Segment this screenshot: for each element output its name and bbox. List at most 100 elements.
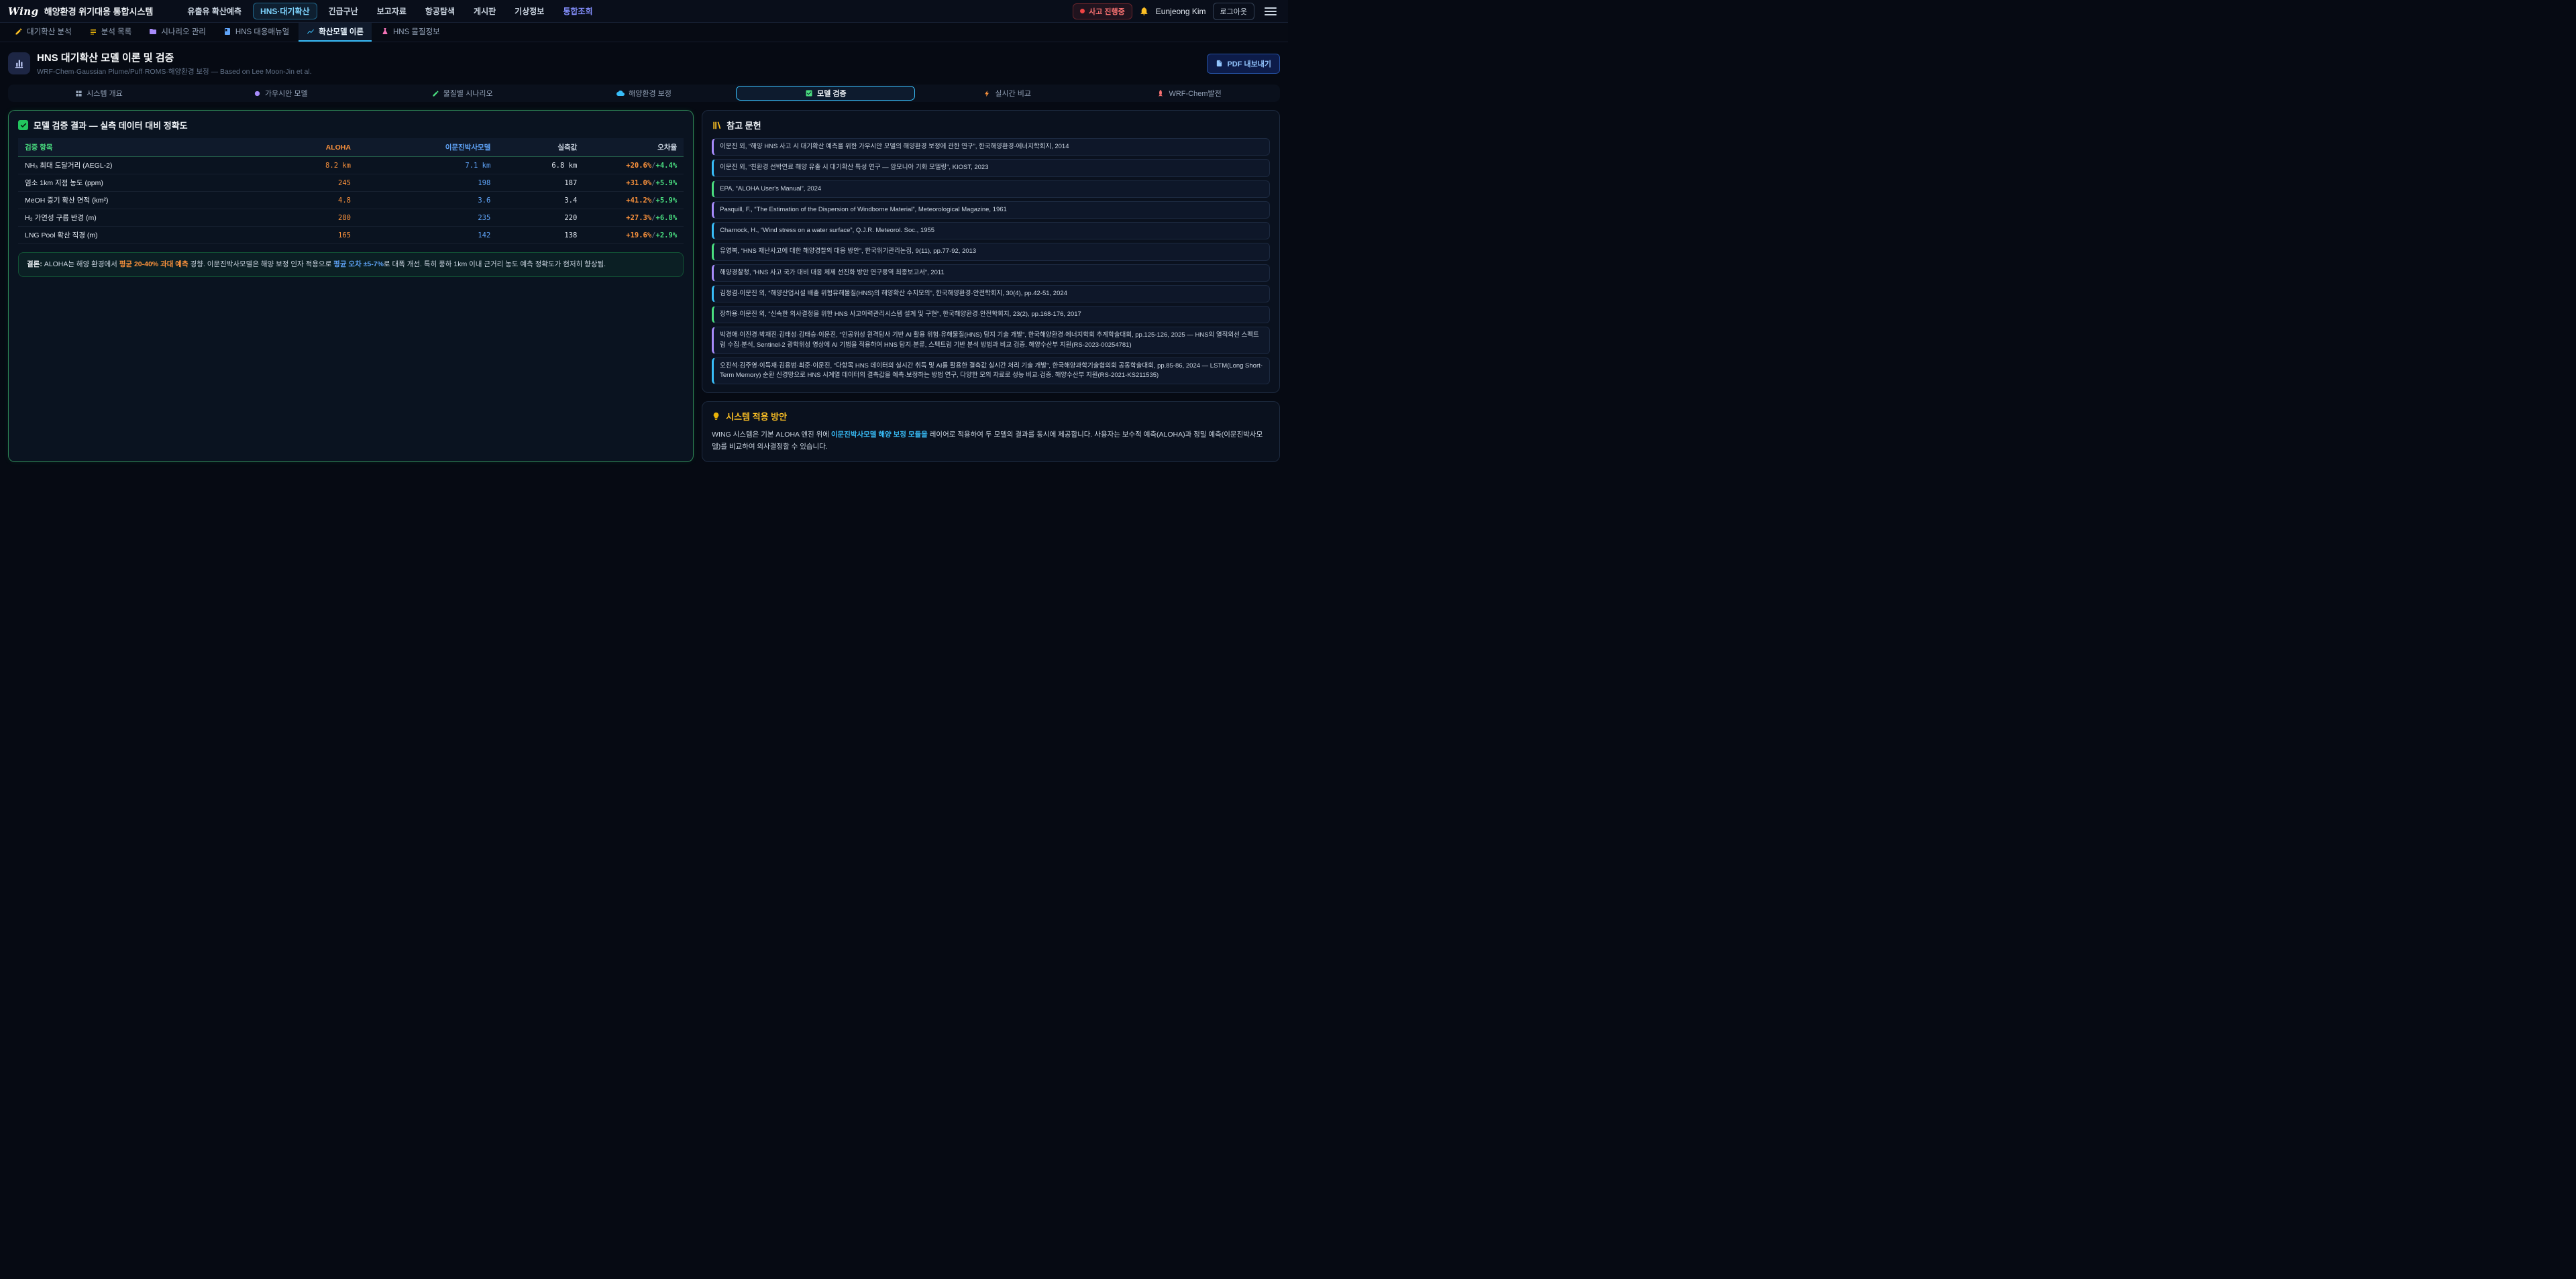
reference-item[interactable]: 유영복, “HNS 재난사고에 대한 해양경찰의 대응 방안”, 한국위기관리논…	[712, 243, 1270, 260]
nav-item-emergency-rescue[interactable]: 긴급구난	[321, 3, 366, 19]
validation-table: 검증 항목 ALOHA 이문진박사모델 실측값 오차율 NH₃ 최대 도달거리 …	[18, 138, 684, 244]
subtab-hns-substance-info[interactable]: HNS 물질정보	[373, 23, 448, 42]
tab-gaussian-model[interactable]: 가우시안 모델	[191, 86, 370, 101]
subtab-diffusion-model-theory[interactable]: 확산모델 이론	[299, 23, 372, 42]
tab-wrf-chem-evolution[interactable]: WRF-Chem발전	[1099, 86, 1279, 101]
nav-item-integrated-search[interactable]: 통합조회	[555, 3, 600, 19]
brand[interactable]: Wing 해양환경 위기대응 통합시스템	[8, 5, 153, 17]
system-application-panel: 시스템 적용 방안 WING 시스템은 기본 ALOHA 엔진 위에 이문진박사…	[702, 401, 1280, 462]
lightning-icon	[983, 90, 991, 97]
conclusion-highlight-overprediction: 평균 20-40% 과대 예측	[119, 260, 189, 268]
table-row: NH₃ 최대 도달거리 (AEGL-2) 8.2 km 7.1 km 6.8 k…	[18, 157, 684, 174]
reference-item[interactable]: Charnock, H., “Wind stress on a water su…	[712, 222, 1270, 239]
nav-item-reports[interactable]: 보고자료	[370, 3, 414, 19]
table-row: H₂ 가연성 구름 반경 (m) 280 235 220 +27.3%/+6.8…	[18, 209, 684, 227]
incident-status-badge[interactable]: 사고 진행중	[1073, 3, 1132, 19]
subtab-label: HNS 물질정보	[393, 26, 440, 37]
reference-item[interactable]: EPA, “ALOHA User's Manual”, 2024	[712, 180, 1270, 198]
top-bar: Wing 해양환경 위기대응 통합시스템 유출유 확산예측 HNS·대기확산 긴…	[0, 0, 1288, 23]
pencil-icon	[15, 27, 23, 36]
cell-item: NH₃ 최대 도달거리 (AEGL-2)	[18, 157, 264, 174]
right-column: 참고 문헌 이문진 외, “해양 HNS 사고 시 대기확산 예측을 위한 가우…	[702, 110, 1280, 462]
chart-line-icon	[307, 27, 315, 36]
logout-button[interactable]: 로그아웃	[1213, 3, 1254, 20]
subtab-scenario-management[interactable]: 시나리오 관리	[141, 23, 214, 42]
user-name: Eunjeong Kim	[1156, 7, 1206, 16]
reference-item[interactable]: 박경애·이진경·박재진·김태성·김태승·이문진, “인공위성 원격탐사 기반 A…	[712, 327, 1270, 354]
reference-item[interactable]: 김정겸·이문진 외, “해양산업시설 배출 위험유해물질(HNS)의 해양확산 …	[712, 285, 1270, 302]
reference-item[interactable]: 장하용·이문진 외, “신속한 의사결정을 위한 HNS 사고이력관리시스템 설…	[712, 306, 1270, 323]
cell-model: 3.6	[358, 192, 497, 209]
books-icon	[712, 121, 721, 130]
pdf-export-button[interactable]: PDF 내보내기	[1207, 54, 1280, 74]
lightbulb-icon	[712, 412, 720, 421]
subtab-label: 확산모델 이론	[319, 26, 364, 37]
col-header-measured: 실측값	[497, 138, 584, 157]
nav-item-oil-spill-forecast[interactable]: 유출유 확산예측	[180, 3, 249, 19]
col-header-item: 검증 항목	[18, 138, 264, 157]
table-header-row: 검증 항목 ALOHA 이문진박사모델 실측값 오차율	[18, 138, 684, 157]
tab-model-validation[interactable]: 모델 검증	[736, 86, 915, 101]
tab-label: 가우시안 모델	[265, 88, 308, 99]
list-icon	[89, 27, 97, 36]
app-title: 해양환경 위기대응 통합시스템	[44, 5, 154, 17]
cell-aloha: 8.2 km	[264, 157, 358, 174]
sub-nav: 대기확산 분석 분석 목록 시나리오 관리 HNS 대응매뉴얼 확산모델 이론 …	[0, 23, 1288, 42]
folder-icon	[149, 27, 157, 36]
cell-model: 7.1 km	[358, 157, 497, 174]
table-row: 염소 1km 지점 농도 (ppm) 245 198 187 +31.0%/+5…	[18, 174, 684, 192]
book-icon	[223, 27, 231, 36]
tab-realtime-comparison[interactable]: 실시간 비교	[918, 86, 1097, 101]
rocket-icon	[1157, 89, 1165, 97]
subtab-hns-response-manual[interactable]: HNS 대응매뉴얼	[215, 23, 297, 42]
page-subtitle: WRF-Chem·Gaussian Plume/Puff·ROMS·해양환경 보…	[37, 66, 312, 76]
check-icon	[805, 89, 813, 97]
reference-item[interactable]: 이문진 외, “해양 HNS 사고 시 대기확산 예측을 위한 가우시안 모델의…	[712, 138, 1270, 156]
cell-measured: 3.4	[497, 192, 584, 209]
validation-panel-title: 모델 검증 결과 — 실측 데이터 대비 정확도	[18, 119, 684, 131]
subtab-label: HNS 대응매뉴얼	[235, 26, 289, 37]
cell-model: 142	[358, 227, 497, 244]
references-panel: 참고 문헌 이문진 외, “해양 HNS 사고 시 대기확산 예측을 위한 가우…	[702, 110, 1280, 393]
subtab-analysis-list[interactable]: 분석 목록	[81, 23, 140, 42]
tab-system-overview[interactable]: 시스템 개요	[9, 86, 189, 101]
tab-label: 실시간 비교	[995, 88, 1031, 99]
topbar-right: 사고 진행중 Eunjeong Kim 로그아웃	[1073, 3, 1280, 20]
application-highlight-module: 이문진박사모델 해양 보정 모듈을	[831, 431, 928, 439]
reference-item[interactable]: Pasquill, F., “The Estimation of the Dis…	[712, 201, 1270, 219]
cell-measured: 220	[497, 209, 584, 227]
section-tabs: 시스템 개요 가우시안 모델 물질별 시나리오 해양환경 보정 모델 검증 실시…	[8, 85, 1280, 102]
references-title-text: 참고 문헌	[727, 119, 761, 131]
nav-item-aerial-search[interactable]: 항공탐색	[418, 3, 462, 19]
cell-aloha: 280	[264, 209, 358, 227]
subtab-atmos-analysis[interactable]: 대기확산 분석	[7, 23, 80, 42]
hamburger-menu-button[interactable]	[1261, 3, 1280, 19]
tab-marine-environment-correction[interactable]: 해양환경 보정	[555, 86, 734, 101]
cell-error: +27.3%/+6.8%	[584, 209, 684, 227]
cell-error: +19.6%/+2.9%	[584, 227, 684, 244]
tab-label: WRF-Chem발전	[1169, 88, 1221, 99]
cell-item: H₂ 가연성 구름 반경 (m)	[18, 209, 264, 227]
system-application-text: WING 시스템은 기본 ALOHA 엔진 위에 이문진박사모델 해양 보정 모…	[712, 429, 1270, 453]
flask-icon	[381, 27, 389, 36]
nav-item-board[interactable]: 게시판	[466, 3, 503, 19]
table-row: MeOH 증기 확산 면적 (km²) 4.8 3.6 3.4 +41.2%/+…	[18, 192, 684, 209]
tab-substance-scenarios[interactable]: 물질별 시나리오	[373, 86, 552, 101]
bell-icon[interactable]	[1139, 6, 1149, 16]
conclusion-highlight-error-range: 평균 오차 ±5-7%	[333, 260, 384, 268]
nav-item-weather-info[interactable]: 기상정보	[507, 3, 551, 19]
reference-item[interactable]: 해양경찰청, “HNS 사고 국가 대비 대응 체제 선진화 방안 연구용역 최…	[712, 264, 1270, 282]
tab-label: 해양환경 보정	[629, 88, 672, 99]
cell-aloha: 165	[264, 227, 358, 244]
circle-icon	[254, 90, 261, 97]
wing-logo: Wing	[8, 5, 39, 17]
page-header: HNS 대기확산 모델 이론 및 검증 WRF-Chem·Gaussian Pl…	[0, 42, 1288, 83]
reference-item[interactable]: 이문진 외, “친환경 선박연료 해양 유출 시 대기확산 특성 연구 — 암모…	[712, 159, 1270, 176]
tab-label: 모델 검증	[817, 88, 847, 99]
page-title: HNS 대기확산 모델 이론 및 검증	[37, 50, 312, 64]
model-validation-panel: 모델 검증 결과 — 실측 데이터 대비 정확도 검증 항목 ALOHA 이문진…	[8, 110, 694, 462]
nav-item-hns-atmospheric[interactable]: HNS·대기확산	[253, 3, 317, 19]
conclusion-note: 결론: ALOHA는 해양 환경에서 평균 20-40% 과대 예측 경향. 이…	[18, 252, 684, 277]
reference-item[interactable]: 오진석·김주영·이득재·김용범·최준·이문진, “다항목 HNS 데이터의 실시…	[712, 357, 1270, 385]
cell-error: +31.0%/+5.9%	[584, 174, 684, 192]
